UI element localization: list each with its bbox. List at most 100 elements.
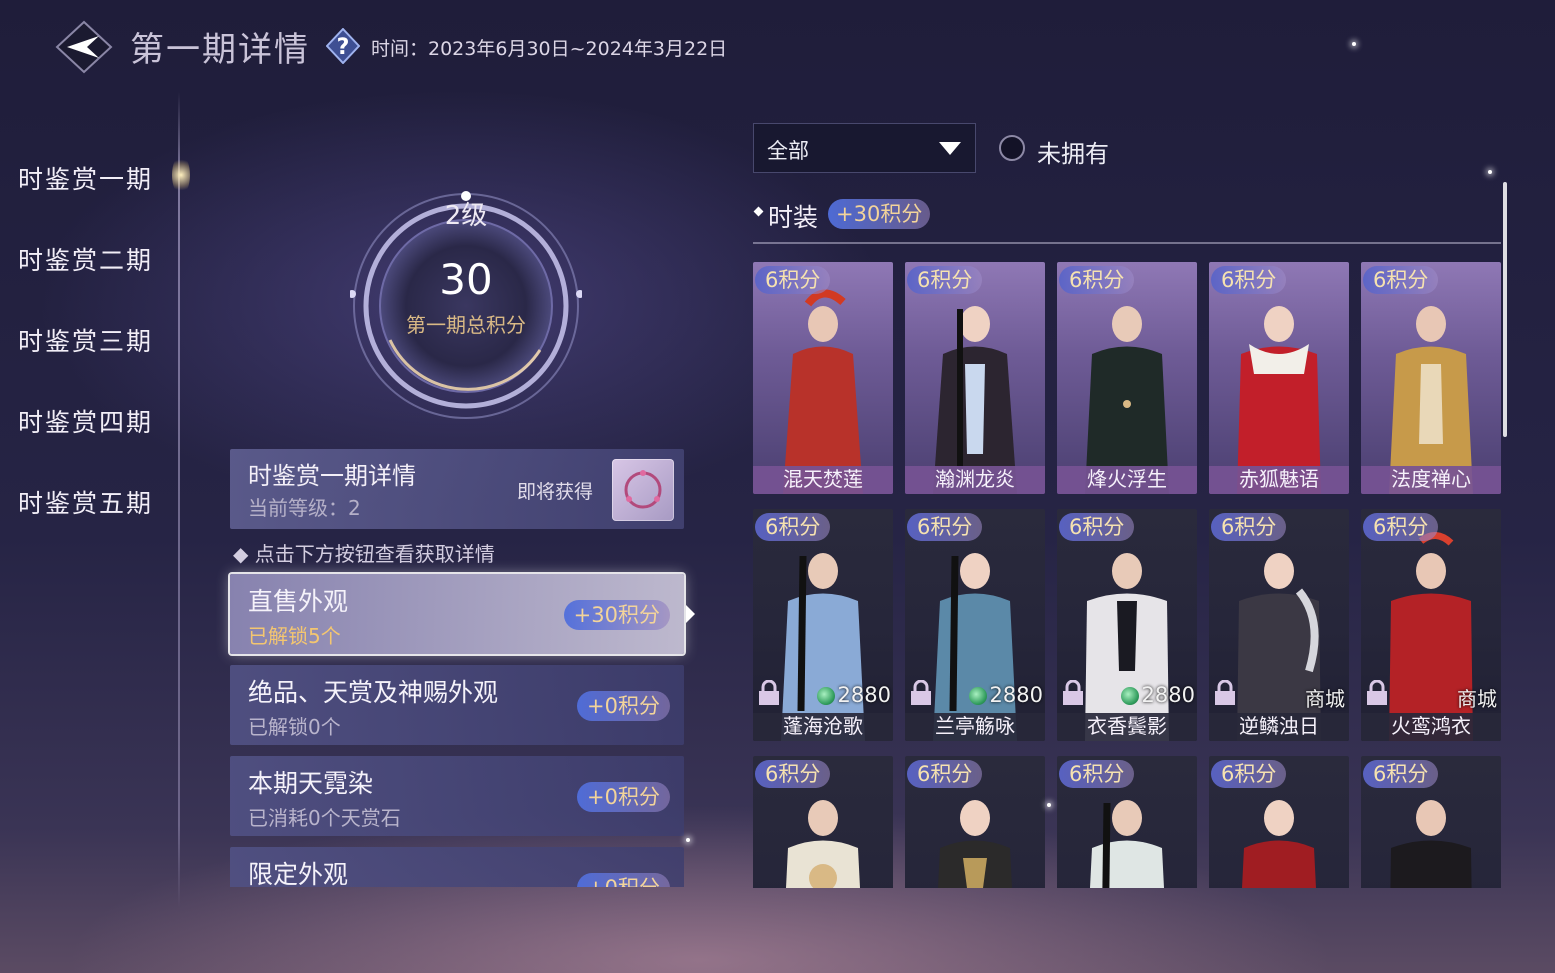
outfit-name: 烽火浮生 [1087, 467, 1167, 491]
outfit-card[interactable]: 6积分 法度禅心 [1361, 262, 1501, 494]
nav-item-period-3[interactable]: 时鉴赏三期 [18, 322, 153, 358]
hint-label: 点击下方按钮查看获取详情 [254, 542, 495, 566]
upcoming-reward-label: 即将获得 [517, 481, 594, 503]
outfit-name: 法度禅心 [1391, 467, 1471, 491]
price-value: 2880 [837, 683, 891, 707]
back-arrow-icon[interactable] [55, 20, 113, 74]
points-badge: +0积分 [577, 873, 670, 887]
points-badge: 6积分 [1363, 513, 1439, 541]
outfit-name: 赤狐魅语 [1239, 467, 1319, 491]
unowned-radio[interactable] [999, 135, 1025, 161]
outfit-card[interactable]: 商城 6积分 逆鳞浊日 [1209, 509, 1349, 741]
source-subtitle: 已解锁0个 [248, 715, 341, 739]
jade-currency-icon [1121, 687, 1139, 705]
grid-scrollbar[interactable] [1503, 182, 1507, 437]
time-range-label: 时间：2023年6月30日~2024年3月22日 [371, 38, 728, 60]
outfit-card[interactable]: 6积分 赤狐魅语 [1209, 262, 1349, 494]
source-button-premium[interactable]: 绝品、天赏及神赐外观 已解锁0个 +0积分 [230, 665, 684, 745]
current-level-text: 当前等级：2 [248, 496, 361, 520]
source-title: 限定外观 [248, 860, 349, 887]
sparkle-icon [686, 838, 690, 842]
source-title: 直售外观 [248, 587, 349, 616]
outfit-name: 火鸾鸿衣 [1391, 714, 1471, 738]
price-value: 2880 [1141, 683, 1195, 707]
active-pointer-icon [686, 605, 695, 623]
shop-label: 商城 [1305, 687, 1345, 711]
points-badge: 6积分 [907, 266, 983, 294]
source-button-dye[interactable]: 本期天霓染 已消耗0个天赏石 +0积分 [230, 756, 684, 836]
outfit-card[interactable]: 6积分 烽火浮生 [1057, 262, 1197, 494]
outfit-card[interactable]: 6积分 瀚渊龙炎 [905, 262, 1045, 494]
character-portrait-icon [938, 800, 1012, 888]
points-badge: 6积分 [907, 513, 983, 541]
filter-selected: 全部 [767, 139, 809, 163]
diamond-bullet-icon [753, 206, 764, 217]
nav-item-period-2[interactable]: 时鉴赏二期 [18, 241, 153, 277]
category-title: 时装 [768, 203, 819, 232]
source-title: 绝品、天赏及神赐外观 [248, 678, 499, 707]
source-button-direct-sale[interactable]: 直售外观 已解锁5个 +30积分 [230, 574, 684, 654]
points-badge: 6积分 [1059, 513, 1135, 541]
category-points-badge: +30积分 [828, 199, 931, 229]
character-portrait-icon [1390, 800, 1472, 888]
points-badge: 6积分 [1059, 266, 1135, 294]
outfit-name: 逆鳞浊日 [1239, 714, 1319, 738]
source-subtitle: 已消耗0个天赏石 [248, 806, 401, 830]
sparkle-icon [1047, 803, 1051, 807]
filter-dropdown[interactable]: 全部 [753, 123, 976, 173]
ring-bracelet-icon [624, 470, 662, 509]
points-badge: +0积分 [577, 691, 670, 721]
lock-icon [1215, 680, 1235, 705]
outfit-card[interactable]: 6积分 [753, 756, 893, 888]
nav-item-period-4[interactable]: 时鉴赏四期 [18, 403, 153, 439]
hint-text: ◆ 点击下方按钮查看获取详情 [233, 542, 495, 566]
nav-item-period-1[interactable]: 时鉴赏一期 [18, 160, 153, 196]
upcoming-reward-item[interactable] [612, 459, 674, 521]
source-button-limited-clip: 限定外观 +0积分 [230, 847, 684, 887]
outfit-card[interactable]: 6积分 [1361, 756, 1501, 888]
points-badge: 6积分 [1363, 760, 1439, 788]
points-badge: +0积分 [577, 782, 670, 812]
category-divider [753, 242, 1501, 244]
points-badge: 6积分 [755, 513, 831, 541]
outfit-card[interactable]: 2880 6积分 衣香鬓影 [1057, 509, 1197, 741]
character-portrait-icon [1090, 800, 1164, 888]
points-badge: 6积分 [1363, 266, 1439, 294]
total-score-caption: 第一期总积分 [406, 313, 526, 337]
outfit-card[interactable]: 2880 6积分 兰亭觞咏 [905, 509, 1045, 741]
price-value: 2880 [989, 683, 1043, 707]
points-badge: +30积分 [563, 600, 670, 630]
nav-divider [178, 92, 180, 907]
unowned-label[interactable]: 未拥有 [1037, 134, 1109, 169]
points-badge: 6积分 [1211, 760, 1287, 788]
points-badge: 6积分 [1211, 266, 1287, 294]
points-badge: 6积分 [907, 760, 983, 788]
lock-icon [1367, 680, 1387, 705]
outfit-card[interactable]: 2880 6积分 蓬海沧歌 [753, 509, 893, 741]
outfit-card[interactable]: 商城 6积分 火鸾鸿衣 [1361, 509, 1501, 741]
outfit-card[interactable]: 6积分 [905, 756, 1045, 888]
character-portrait-icon [786, 800, 860, 888]
sparkle-icon [1488, 170, 1492, 174]
jade-currency-icon [969, 687, 987, 705]
source-button-limited[interactable]: 限定外观 +0积分 [230, 847, 684, 887]
points-badge: 6积分 [755, 760, 831, 788]
outfit-name: 混天焚莲 [783, 467, 863, 491]
level-label: 2级 [444, 201, 488, 231]
source-title: 本期天霓染 [248, 769, 374, 798]
outfit-card[interactable]: 6积分 混天焚莲 [753, 262, 893, 494]
points-badge: 6积分 [1211, 513, 1287, 541]
jade-currency-icon [817, 687, 835, 705]
lock-icon [911, 680, 931, 705]
total-score: 30 [439, 255, 493, 304]
question-icon[interactable]: ? [326, 28, 360, 64]
outfit-card[interactable]: 6积分 [1209, 756, 1349, 888]
outfit-card[interactable]: 6积分 [1057, 756, 1197, 888]
shop-label: 商城 [1457, 687, 1497, 711]
svg-text:?: ? [337, 35, 350, 60]
lock-icon [759, 680, 779, 705]
source-subtitle: 已解锁5个 [248, 624, 341, 648]
outfit-name: 衣香鬓影 [1087, 714, 1167, 738]
character-portrait-icon [1242, 800, 1316, 888]
nav-item-period-5[interactable]: 时鉴赏五期 [18, 484, 153, 520]
